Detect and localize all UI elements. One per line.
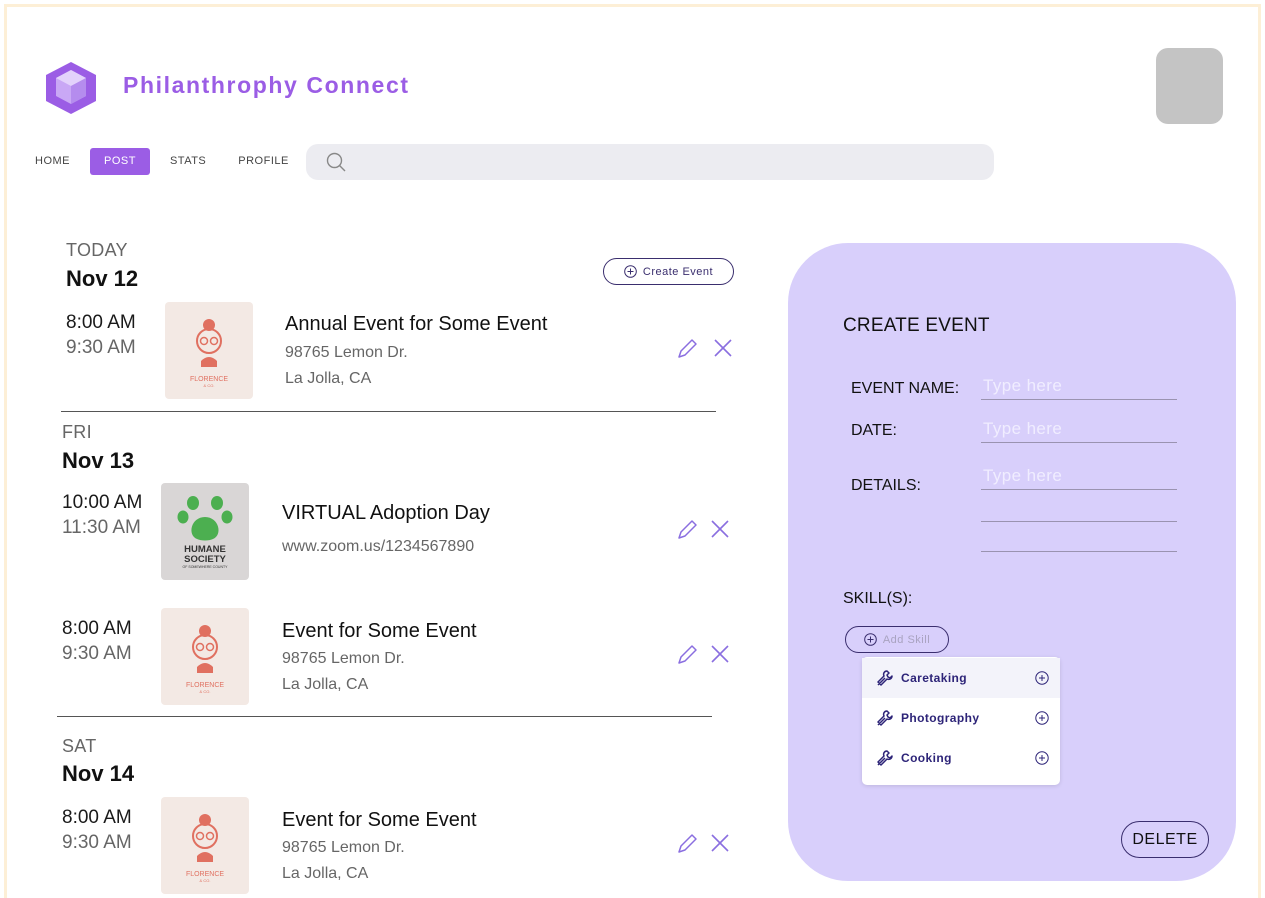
skill-label: Caretaking: [901, 671, 968, 685]
florence-logo-image: FLORENCE & CO.: [161, 797, 249, 894]
event-address: 98765 Lemon Dr.: [282, 650, 405, 667]
delete-x-icon[interactable]: [710, 833, 730, 853]
wrench-icon: [877, 710, 893, 726]
date-input[interactable]: Type here: [983, 419, 1062, 439]
event-start-time: 10:00 AM: [62, 492, 143, 513]
day-label: SAT: [62, 736, 97, 756]
create-event-label: Create Event: [642, 265, 714, 278]
field-underline: [981, 489, 1177, 490]
field-underline: [981, 551, 1177, 552]
event-name-label: EVENT NAME:: [851, 380, 960, 397]
event-end-time: 11:30 AM: [62, 517, 141, 538]
logo-icon: [46, 62, 96, 114]
event-title: VIRTUAL Adoption Day: [282, 502, 490, 524]
create-event-panel: [788, 243, 1236, 881]
event-city: La Jolla, CA: [282, 865, 369, 882]
search-icon: [326, 152, 346, 172]
edit-pencil-icon[interactable]: [676, 833, 698, 855]
day-date: Nov 12: [66, 266, 139, 291]
svg-text:SOCIETY: SOCIETY: [184, 554, 226, 565]
event-title: Annual Event for Some Event: [285, 313, 548, 335]
svg-text:& CO.: & CO.: [200, 878, 211, 883]
skill-label: Photography: [901, 711, 980, 725]
day-date: Nov 14: [62, 761, 135, 786]
svg-text:& CO.: & CO.: [204, 383, 215, 388]
svg-text:FLORENCE: FLORENCE: [186, 871, 224, 878]
skill-option-cooking[interactable]: Cooking: [862, 738, 1060, 778]
delete-x-icon[interactable]: [710, 519, 730, 539]
details-input[interactable]: Type here: [983, 466, 1062, 486]
svg-text:OF SOMEWHERE COUNTY: OF SOMEWHERE COUNTY: [183, 565, 229, 569]
add-skill-button[interactable]: Add Skill: [845, 626, 949, 653]
details-label: DETAILS:: [851, 477, 921, 494]
event-link: www.zoom.us/1234567890: [282, 538, 475, 555]
field-underline: [981, 442, 1177, 443]
edit-pencil-icon[interactable]: [676, 519, 698, 541]
divider: [57, 716, 712, 717]
brand-title: Philanthrophy Connect: [123, 72, 410, 98]
svg-text:FLORENCE: FLORENCE: [186, 682, 224, 689]
field-underline: [981, 521, 1177, 522]
svg-text:FLORENCE: FLORENCE: [190, 376, 228, 383]
day-label: FRI: [62, 422, 92, 442]
event-address: 98765 Lemon Dr.: [282, 839, 405, 856]
plus-circle-icon[interactable]: [1035, 751, 1049, 765]
main-nav: HOME POST STATS PROFILE: [35, 148, 305, 175]
plus-circle-icon[interactable]: [1035, 671, 1049, 685]
event-end-time: 9:30 AM: [66, 337, 136, 358]
day-date: Nov 13: [62, 448, 135, 473]
skill-option-caretaking[interactable]: Caretaking: [862, 658, 1060, 698]
nav-home[interactable]: HOME: [35, 148, 86, 175]
florence-logo-image: FLORENCE & CO.: [165, 302, 253, 399]
avatar[interactable]: [1156, 48, 1223, 124]
delete-button[interactable]: DELETE: [1121, 821, 1209, 858]
add-skill-label: Add Skill: [882, 633, 931, 646]
event-address: 98765 Lemon Dr.: [285, 344, 408, 361]
edit-pencil-icon[interactable]: [676, 644, 698, 666]
date-label: DATE:: [851, 422, 897, 439]
day-label: TODAY: [66, 240, 128, 260]
skills-label: SKILL(S):: [843, 590, 913, 607]
event-city: La Jolla, CA: [285, 370, 372, 387]
humane-society-logo-image: HUMANE SOCIETY OF SOMEWHERE COUNTY: [161, 483, 249, 580]
event-end-time: 9:30 AM: [62, 832, 132, 853]
plus-circle-icon[interactable]: [1035, 711, 1049, 725]
panel-title: CREATE EVENT: [843, 315, 990, 336]
event-start-time: 8:00 AM: [62, 807, 132, 828]
event-name-input[interactable]: Type here: [983, 376, 1062, 396]
wrench-icon: [877, 750, 893, 766]
event-title: Event for Some Event: [282, 620, 477, 642]
delete-x-icon[interactable]: [710, 644, 730, 664]
event-city: La Jolla, CA: [282, 676, 369, 693]
nav-profile[interactable]: PROFILE: [222, 148, 305, 175]
event-start-time: 8:00 AM: [66, 312, 136, 333]
event-title: Event for Some Event: [282, 809, 477, 831]
create-event-button[interactable]: Create Event: [603, 258, 734, 285]
skill-option-photography[interactable]: Photography: [862, 698, 1060, 738]
event-start-time: 8:00 AM: [62, 618, 132, 639]
nav-post[interactable]: POST: [90, 148, 150, 175]
skills-dropdown: Caretaking Photography Cooking: [862, 657, 1060, 785]
search-input[interactable]: [306, 144, 994, 180]
plus-circle-icon: [864, 633, 877, 646]
edit-pencil-icon[interactable]: [676, 338, 698, 360]
divider: [61, 411, 716, 412]
plus-circle-icon: [624, 265, 637, 278]
nav-stats[interactable]: STATS: [154, 148, 222, 175]
delete-x-icon[interactable]: [713, 338, 733, 358]
skill-label: Cooking: [901, 751, 952, 765]
event-end-time: 9:30 AM: [62, 643, 132, 664]
wrench-icon: [877, 670, 893, 686]
florence-logo-image: FLORENCE & CO.: [161, 608, 249, 705]
field-underline: [981, 399, 1177, 400]
svg-text:& CO.: & CO.: [200, 689, 211, 694]
